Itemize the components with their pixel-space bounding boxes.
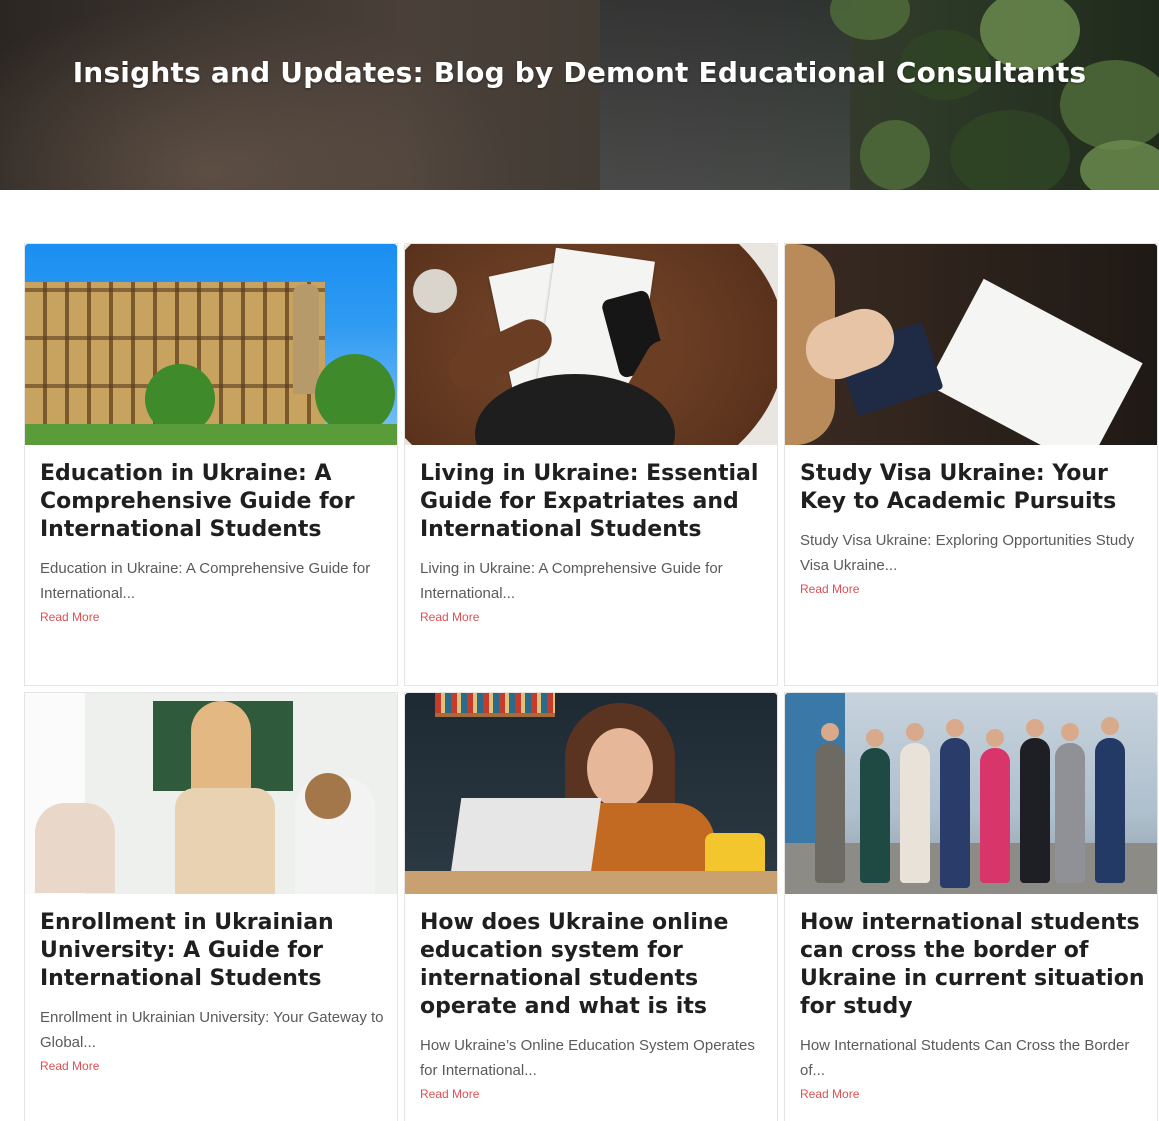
post-excerpt: How International Students Can Cross the…: [800, 1037, 1130, 1079]
hero-banner: Insights and Updates: Blog by Demont Edu…: [0, 0, 1159, 190]
student-head: [1061, 723, 1079, 741]
student-head: [1026, 719, 1044, 737]
bookshelf: [435, 713, 555, 717]
blog-card: How international students can cross the…: [784, 692, 1158, 1121]
student: [980, 748, 1010, 883]
card-body: Education in Ukraine: A Comprehensive Gu…: [40, 460, 386, 626]
student-head: [986, 729, 1004, 747]
hero-background-light: [0, 0, 520, 190]
standing-student: [175, 788, 275, 894]
read-more-link[interactable]: Read More: [800, 582, 859, 596]
student-head: [305, 773, 351, 819]
student: [860, 748, 890, 883]
post-excerpt: Enrollment in Ukrainian University: Your…: [40, 1009, 384, 1051]
post-thumbnail-laptop-student[interactable]: [405, 693, 777, 894]
blog-card: Living in Ukraine: Essential Guide for E…: [404, 243, 778, 686]
seated-student: [35, 803, 115, 893]
hero-background-window: [600, 0, 850, 190]
post-title[interactable]: How international students can cross the…: [800, 909, 1146, 1021]
student: [1020, 738, 1050, 883]
post-title[interactable]: Living in Ukraine: Essential Guide for E…: [420, 460, 766, 544]
card-body: Study Visa Ukraine: Your Key to Academic…: [800, 460, 1146, 598]
card-body: How does Ukraine online education system…: [420, 909, 766, 1103]
card-body: Enrollment in Ukrainian University: A Gu…: [40, 909, 386, 1075]
tree: [315, 354, 395, 434]
post-excerpt: Living in Ukraine: A Comprehensive Guide…: [420, 560, 723, 602]
student: [815, 743, 845, 883]
student: [900, 743, 930, 883]
student: [1095, 738, 1125, 883]
lawn: [25, 424, 397, 445]
post-thumbnail-desk-calculator[interactable]: [405, 244, 777, 445]
post-excerpt: Education in Ukraine: A Comprehensive Gu…: [40, 560, 371, 602]
read-more-link[interactable]: Read More: [800, 1087, 859, 1101]
books: [435, 693, 555, 715]
post-title[interactable]: Enrollment in Ukrainian University: A Gu…: [40, 909, 386, 993]
post-title[interactable]: How does Ukraine online education system…: [420, 909, 766, 1021]
plant-leaf: [950, 110, 1070, 190]
read-more-link[interactable]: Read More: [40, 1059, 99, 1073]
student: [940, 738, 970, 888]
building-tower: [293, 284, 319, 394]
post-title[interactable]: Study Visa Ukraine: Your Key to Academic…: [800, 460, 1146, 516]
student-head: [866, 729, 884, 747]
blog-card: Education in Ukraine: A Comprehensive Gu…: [24, 243, 398, 686]
blog-card: Enrollment in Ukrainian University: A Gu…: [24, 692, 398, 1121]
read-more-link[interactable]: Read More: [40, 610, 99, 624]
blog-card: How does Ukraine online education system…: [404, 692, 778, 1121]
student-head: [821, 723, 839, 741]
plant-leaf: [1080, 140, 1159, 190]
post-excerpt: How Ukraine’s Online Education System Op…: [420, 1037, 755, 1079]
student-head: [946, 719, 964, 737]
post-thumbnail-visa-application[interactable]: [785, 244, 1157, 445]
student-face: [587, 728, 653, 808]
card-body: How international students can cross the…: [800, 909, 1146, 1103]
plant-leaf: [860, 120, 930, 190]
plant-pot: [413, 269, 457, 313]
student-head: [1101, 717, 1119, 735]
student-head: [906, 723, 924, 741]
read-more-link[interactable]: Read More: [420, 610, 479, 624]
post-title[interactable]: Education in Ukraine: A Comprehensive Gu…: [40, 460, 386, 544]
visa-application-form: [927, 278, 1143, 445]
card-body: Living in Ukraine: Essential Guide for E…: [420, 460, 766, 626]
read-more-link[interactable]: Read More: [420, 1087, 479, 1101]
student: [1055, 743, 1085, 883]
desk: [405, 871, 777, 894]
post-excerpt: Study Visa Ukraine: Exploring Opportunit…: [800, 532, 1135, 574]
page-title: Insights and Updates: Blog by Demont Edu…: [72, 56, 1087, 89]
blog-card: Study Visa Ukraine: Your Key to Academic…: [784, 243, 1158, 686]
post-thumbnail-students-walking[interactable]: [785, 693, 1157, 894]
post-thumbnail-classroom[interactable]: [25, 693, 397, 894]
post-thumbnail-university-building[interactable]: [25, 244, 397, 445]
